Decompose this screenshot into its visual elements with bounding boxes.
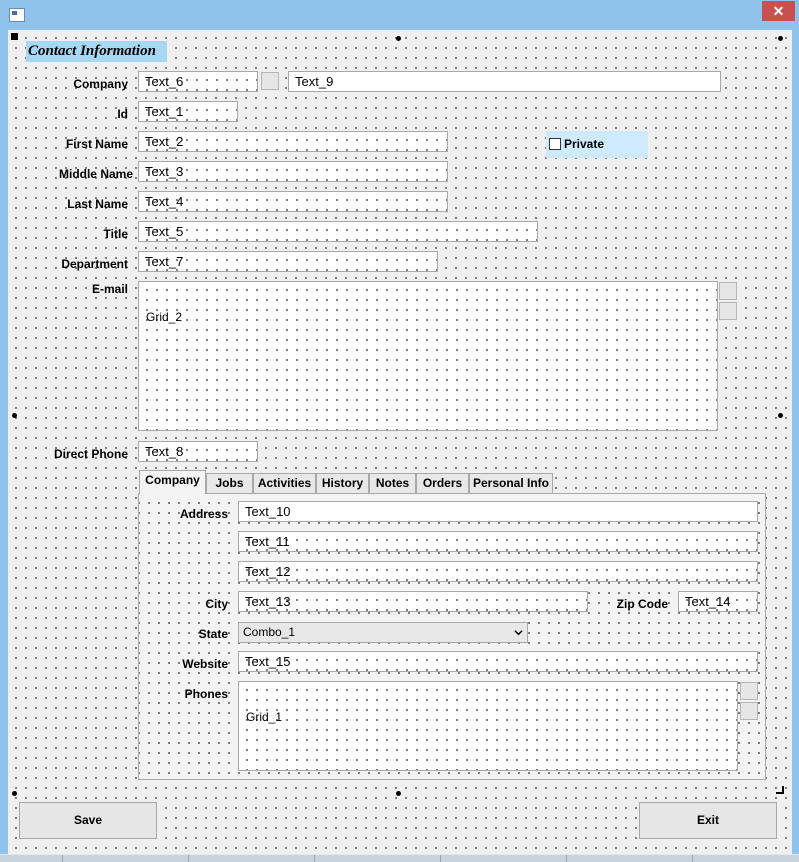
direct-phone-label: Direct Phone: [53, 447, 128, 461]
middle-name-field[interactable]: Text_3: [138, 161, 448, 182]
tab-history[interactable]: History: [316, 473, 369, 493]
taskbar-strip: [0, 854, 799, 862]
tab-activities[interactable]: Activities: [253, 473, 316, 493]
city-label: City: [205, 597, 228, 611]
phones-grid-name: Grid_1: [246, 710, 283, 724]
zip-code-field[interactable]: Text_14: [678, 591, 758, 612]
city-field[interactable]: Text_13: [238, 591, 588, 612]
email-grid[interactable]: Grid_2: [138, 281, 718, 431]
designer-window: ✕ Contact Information Company Text_6 Tex…: [0, 0, 799, 862]
website-field[interactable]: Text_15: [238, 651, 758, 672]
department-field[interactable]: Text_7: [138, 251, 438, 272]
tab-orders[interactable]: Orders: [416, 473, 469, 493]
phones-label: Phones: [184, 687, 228, 701]
private-label: Private: [564, 137, 605, 151]
middle-name-label: Middle Name: [58, 167, 133, 181]
exit-button[interactable]: Exit: [639, 802, 777, 839]
title-field[interactable]: Text_5: [138, 221, 538, 242]
address-line1-field[interactable]: Text_10: [238, 501, 758, 522]
app-icon[interactable]: [9, 8, 25, 22]
id-label: Id: [117, 107, 128, 121]
department-label: Department: [61, 257, 128, 271]
title-bar[interactable]: ✕: [0, 0, 799, 30]
form-heading: Contact Information: [26, 41, 167, 62]
selection-handle[interactable]: [396, 36, 401, 41]
resize-grip-icon[interactable]: [776, 786, 784, 794]
private-checkbox[interactable]: Private: [546, 131, 648, 158]
phones-remove-button[interactable]: [740, 702, 758, 720]
address-line2-field[interactable]: Text_11: [238, 531, 758, 552]
tab-personal-info[interactable]: Personal Info: [469, 473, 553, 493]
dropdown-arrow-icon[interactable]: [514, 628, 523, 637]
first-name-field[interactable]: Text_2: [138, 131, 448, 152]
state-combo[interactable]: Combo_1: [238, 622, 528, 643]
company-code-field[interactable]: Text_6: [138, 71, 258, 92]
phones-grid[interactable]: Grid_1: [238, 681, 738, 771]
selection-handle[interactable]: [778, 413, 783, 418]
tab-notes[interactable]: Notes: [369, 473, 416, 493]
close-button[interactable]: ✕: [762, 1, 795, 21]
first-name-label: First Name: [65, 137, 128, 151]
selection-handle[interactable]: [11, 33, 18, 40]
address-label: Address: [179, 507, 228, 521]
website-label: Website: [182, 657, 228, 671]
phones-add-button[interactable]: [740, 682, 758, 700]
last-name-field[interactable]: Text_4: [138, 191, 448, 212]
title-label: Title: [103, 227, 128, 241]
state-combo-value: Combo_1: [243, 625, 296, 639]
selection-handle[interactable]: [396, 791, 401, 796]
selection-handle[interactable]: [12, 791, 17, 796]
company-name-field[interactable]: Text_9: [288, 71, 721, 92]
email-label: E-mail: [91, 282, 128, 296]
email-grid-name: Grid_2: [146, 310, 183, 324]
email-add-button[interactable]: [719, 282, 737, 300]
close-icon: ✕: [772, 3, 785, 19]
address-line3-field[interactable]: Text_12: [238, 561, 758, 582]
state-label: State: [198, 627, 228, 641]
id-field[interactable]: Text_1: [138, 101, 238, 122]
selection-handle[interactable]: [778, 36, 783, 41]
checkbox-icon[interactable]: [549, 138, 561, 150]
tab-jobs[interactable]: Jobs: [206, 473, 253, 493]
email-remove-button[interactable]: [719, 302, 737, 320]
company-lookup-button[interactable]: [261, 72, 279, 90]
selection-handle[interactable]: [12, 413, 17, 418]
direct-phone-field[interactable]: Text_8: [138, 441, 258, 462]
company-label: Company: [73, 77, 128, 91]
tab-company[interactable]: Company: [139, 470, 206, 494]
zip-code-label: Zip Code: [616, 597, 668, 611]
save-button[interactable]: Save: [19, 802, 157, 839]
last-name-label: Last Name: [67, 197, 128, 211]
